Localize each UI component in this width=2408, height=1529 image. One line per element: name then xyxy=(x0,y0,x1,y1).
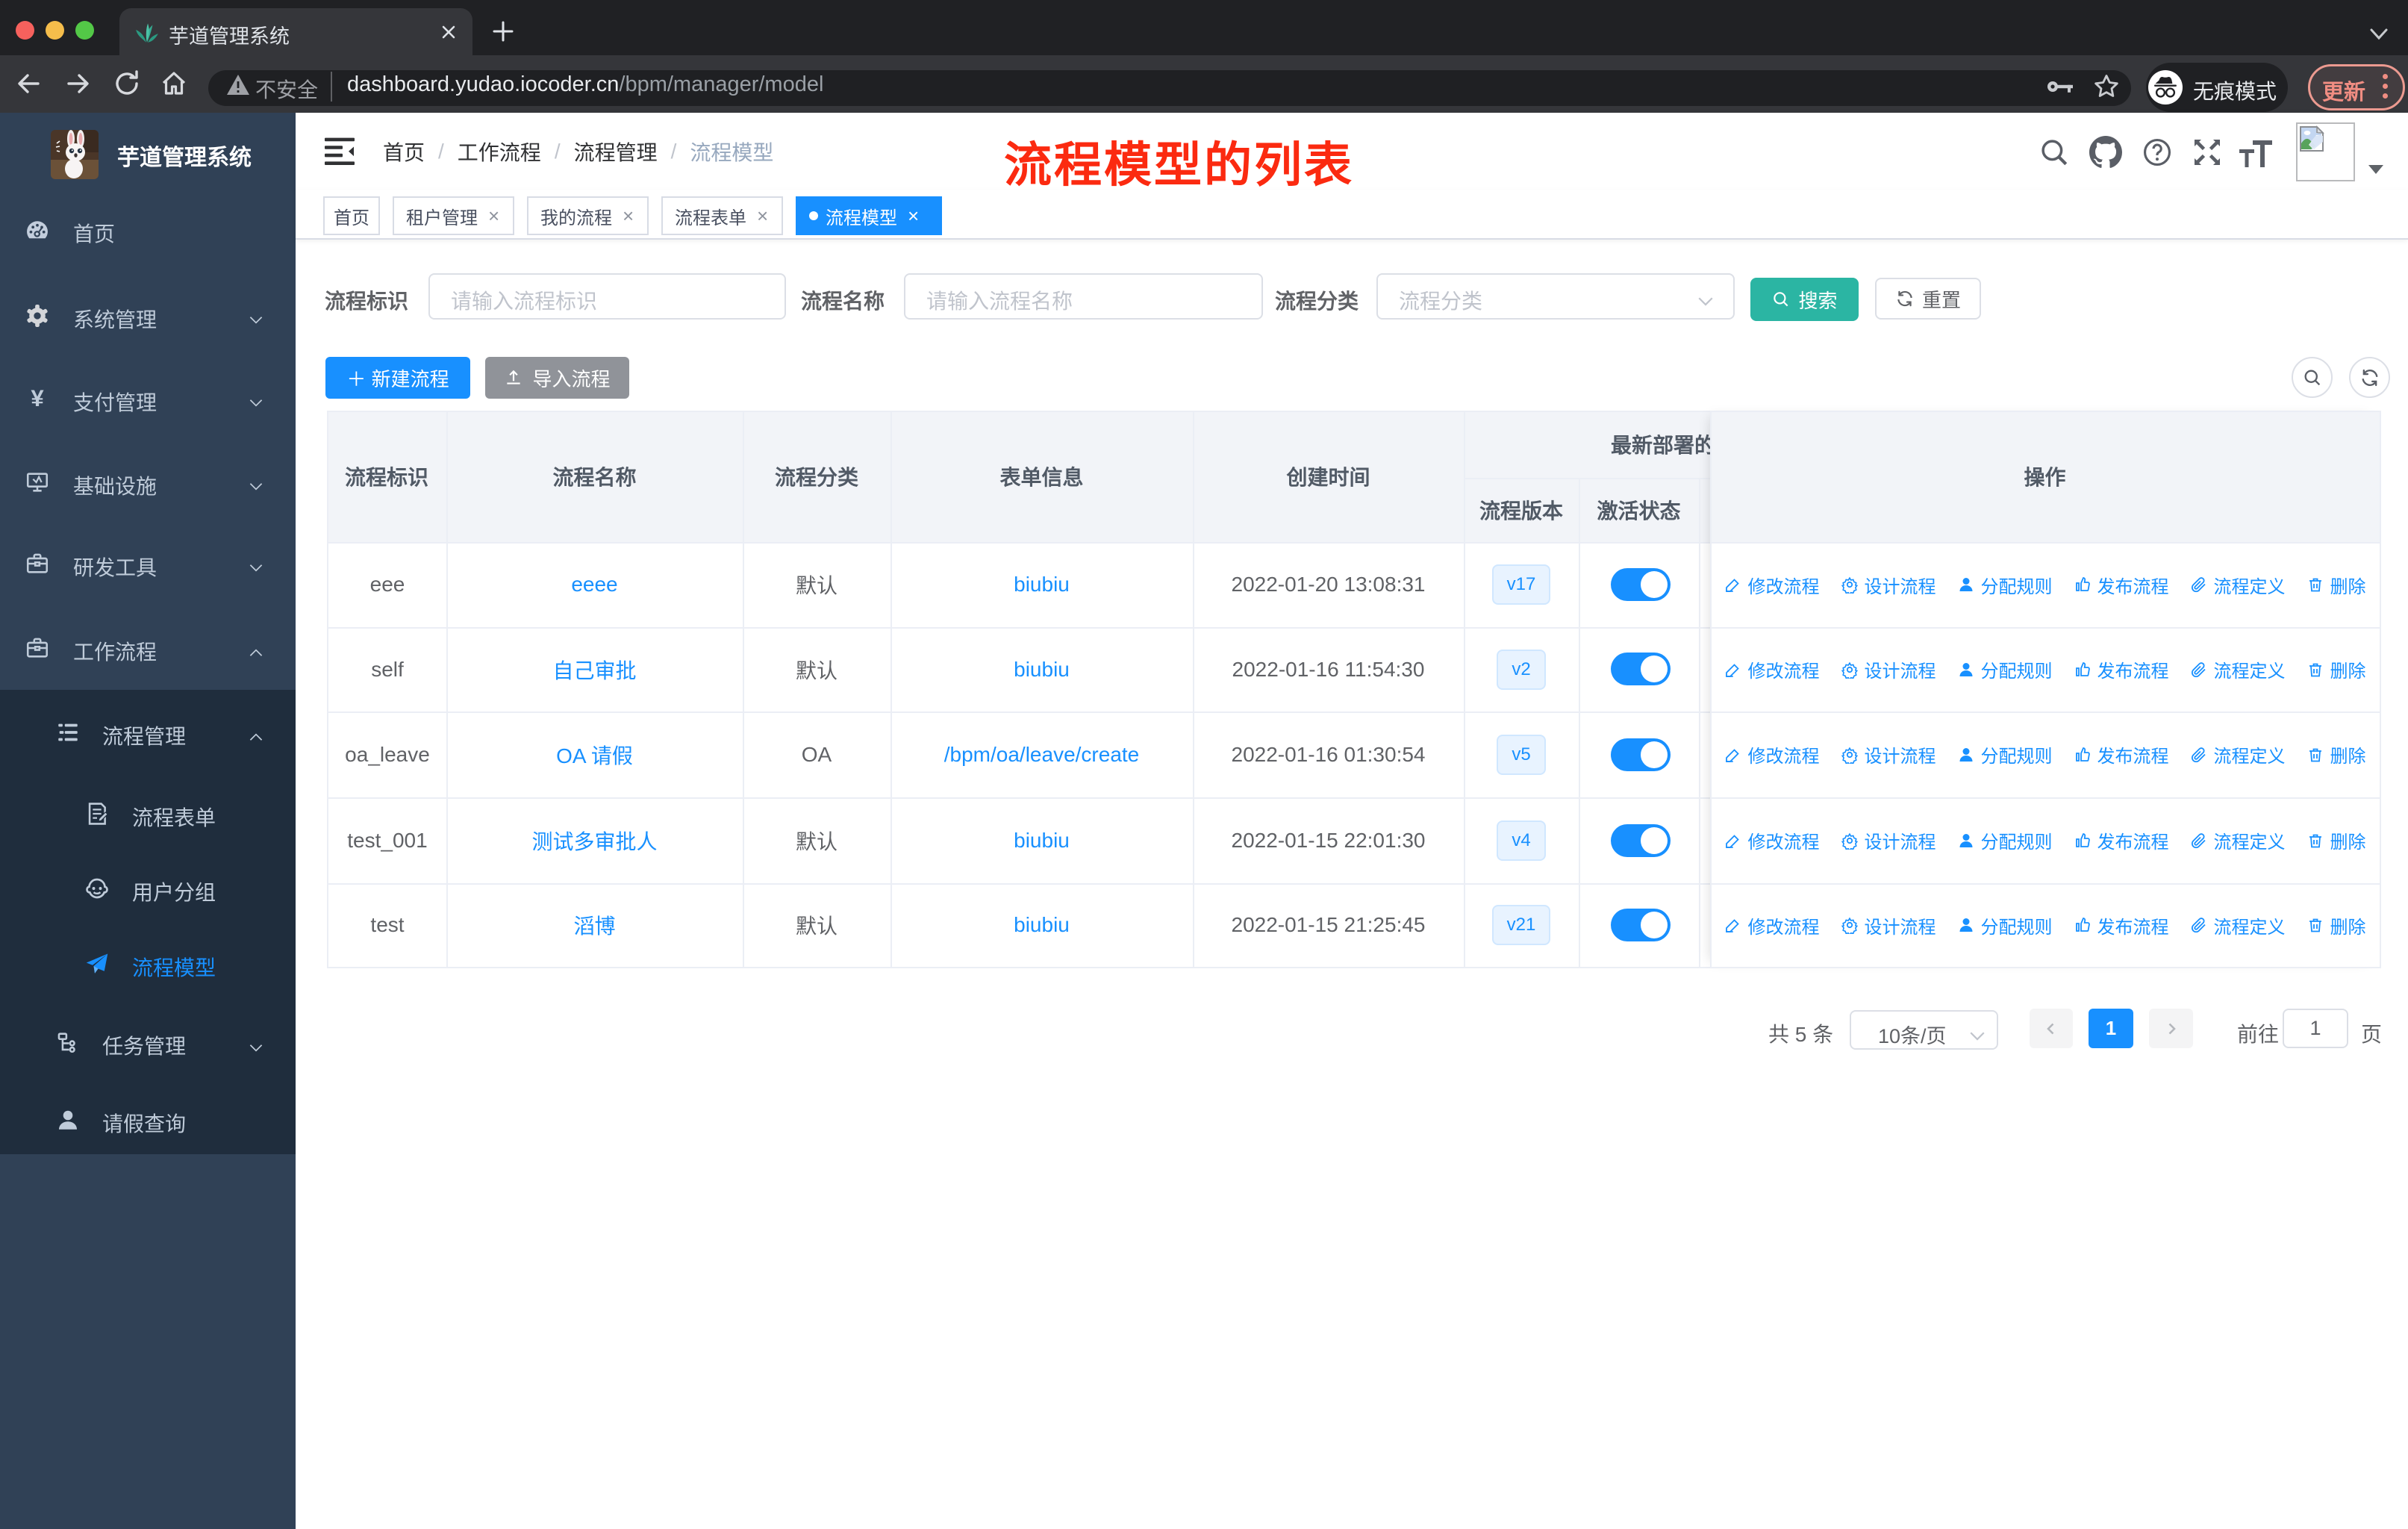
svg-text:¥: ¥ xyxy=(31,386,44,411)
